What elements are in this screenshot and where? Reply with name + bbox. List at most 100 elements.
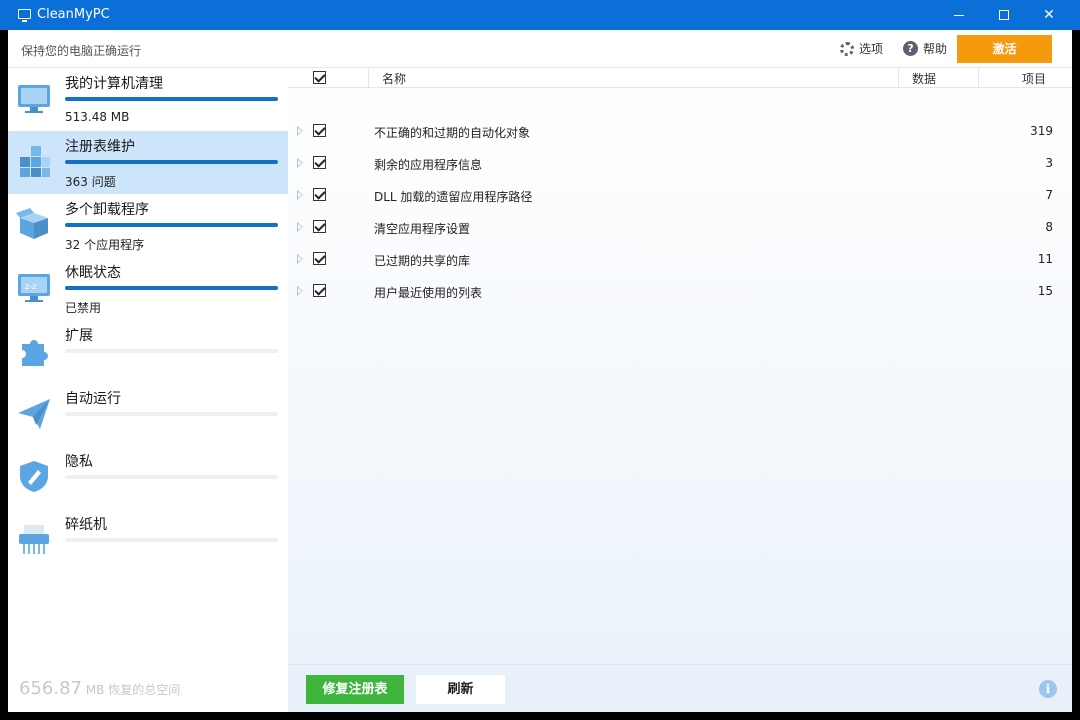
total-recovered-unit: MB: [85, 683, 105, 697]
tagline: 保持您的电脑正确运行: [21, 44, 142, 58]
table-row[interactable]: 清空应用程序设置 8: [288, 212, 1072, 244]
column-header-data[interactable]: 数据: [912, 70, 936, 87]
select-all-checkbox[interactable]: [313, 71, 326, 84]
title-bar[interactable]: CleanMyPC ✕: [0, 0, 1080, 30]
row-checkbox[interactable]: [313, 252, 326, 265]
progress-fill: [65, 223, 278, 227]
row-checkbox[interactable]: [313, 124, 326, 137]
close-button[interactable]: ✕: [1026, 0, 1072, 30]
info-icon[interactable]: i: [1039, 680, 1057, 698]
row-checkbox[interactable]: [313, 188, 326, 201]
total-recovered-value: 656.87: [19, 678, 82, 699]
progress-bar: [65, 412, 278, 416]
table-header: 名称 数据 项目: [288, 68, 1072, 88]
options-link[interactable]: 选项: [840, 41, 883, 59]
sidebar-item-status: 32 个应用程序: [65, 238, 145, 252]
row-count: 15: [1037, 284, 1053, 298]
box-icon: [16, 208, 48, 239]
row-checkbox[interactable]: [313, 220, 326, 233]
window-border-left: [0, 30, 8, 720]
expand-arrow-icon[interactable]: [297, 222, 303, 232]
row-count: 8: [1045, 220, 1053, 234]
column-header-name[interactable]: 名称: [382, 70, 406, 87]
row-name: 剩余的应用程序信息: [374, 158, 483, 172]
sidebar-item-label: 自动运行: [65, 391, 121, 407]
sidebar-item-hibernation[interactable]: z-z 休眠状态 已禁用: [8, 257, 288, 320]
progress-fill: [65, 160, 278, 164]
progress-bar: [65, 538, 278, 542]
expand-arrow-icon[interactable]: [297, 158, 303, 168]
expand-arrow-icon[interactable]: [297, 190, 303, 200]
maximize-button[interactable]: [981, 0, 1027, 30]
maximize-icon: [999, 10, 1009, 20]
activate-button[interactable]: 激活: [957, 35, 1052, 63]
help-label: 帮助: [923, 42, 948, 56]
window-border-right: [1072, 30, 1080, 720]
sidebar-item-label: 扩展: [65, 328, 93, 344]
table-row[interactable]: 剩余的应用程序信息 3: [288, 148, 1072, 180]
progress-bar: [65, 349, 278, 353]
app-monitor-icon: [18, 9, 31, 22]
total-recovered-label: 恢复的总空间: [108, 683, 181, 697]
row-checkbox[interactable]: [313, 156, 326, 169]
expand-arrow-icon[interactable]: [297, 286, 303, 296]
window-border-bottom: [0, 712, 1080, 720]
progress-bar: [65, 97, 278, 101]
fix-registry-button[interactable]: 修复注册表: [306, 675, 404, 704]
table-row[interactable]: 已过期的共享的库 11: [288, 244, 1072, 276]
sidebar-item-status: 已禁用: [65, 301, 102, 315]
app-window: CleanMyPC ✕ 保持您的电脑正确运行 选项 ? 帮助 激活 我的计算机清…: [0, 0, 1080, 720]
sidebar-item-label: 我的计算机清理: [65, 76, 163, 92]
client-area: 保持您的电脑正确运行 选项 ? 帮助 激活 我的计算机清理 513.48 MB: [8, 30, 1072, 712]
shredder-icon: [19, 525, 49, 554]
sidebar-item-label: 休眠状态: [65, 265, 121, 281]
row-checkbox[interactable]: [313, 284, 326, 297]
row-count: 3: [1045, 156, 1053, 170]
sidebar-item-autorun[interactable]: 自动运行: [8, 383, 288, 446]
minimize-button[interactable]: [936, 0, 982, 30]
progress-bar: [65, 160, 278, 164]
table-row[interactable]: 不正确的和过期的自动化对象 319: [288, 116, 1072, 148]
sidebar-item-multi-uninstaller[interactable]: 多个卸载程序 32 个应用程序: [8, 194, 288, 257]
row-count: 11: [1037, 252, 1053, 266]
refresh-button[interactable]: 刷新: [416, 675, 505, 704]
header: 保持您的电脑正确运行 选项 ? 帮助 激活: [8, 30, 1072, 68]
progress-bar: [65, 223, 278, 227]
sidebar-item-registry-maintenance[interactable]: 注册表维护 363 问题: [8, 131, 288, 194]
sidebar-item-extensions[interactable]: 扩展: [8, 320, 288, 383]
shield-broom-icon: [20, 461, 48, 492]
help-link[interactable]: ? 帮助: [903, 41, 947, 59]
help-icon: ?: [903, 41, 918, 56]
table-row[interactable]: 用户最近使用的列表 15: [288, 276, 1072, 308]
progress-bar: [65, 286, 278, 290]
column-divider: [898, 68, 899, 88]
row-count: 319: [1030, 124, 1053, 138]
sidebar-item-status: 363 问题: [65, 175, 116, 189]
sidebar-item-status: 513.48 MB: [65, 110, 130, 124]
sidebar-item-label: 注册表维护: [65, 139, 135, 155]
issues-table: 名称 数据 项目 不正确的和过期的自动化对象 319 剩余的应用程序信息 3 D…: [288, 68, 1072, 664]
row-count: 7: [1045, 188, 1053, 202]
close-icon: ✕: [1043, 7, 1055, 23]
total-recovered-space: 656.87 MB 恢复的总空间: [19, 678, 180, 699]
sidebar: 我的计算机清理 513.48 MB 注册表维护 363 问题 多个卸载程序 32…: [8, 68, 288, 712]
action-bar: 修复注册表 刷新 i: [288, 664, 1072, 712]
expand-arrow-icon[interactable]: [297, 254, 303, 264]
sidebar-item-label: 多个卸载程序: [65, 202, 149, 218]
gear-icon: [840, 41, 854, 56]
sidebar-item-my-computer-cleanup[interactable]: 我的计算机清理 513.48 MB: [8, 68, 288, 131]
column-divider: [368, 68, 369, 88]
sidebar-item-privacy[interactable]: 隐私: [8, 446, 288, 509]
expand-arrow-icon[interactable]: [297, 126, 303, 136]
progress-bar: [65, 475, 278, 479]
column-header-items[interactable]: 项目: [1022, 70, 1046, 87]
row-name: DLL 加载的遗留应用程序路径: [374, 190, 533, 204]
sidebar-item-label: 碎纸机: [65, 517, 107, 533]
row-name: 不正确的和过期的自动化对象: [374, 126, 531, 140]
sidebar-item-label: 隐私: [65, 454, 93, 470]
options-label: 选项: [859, 42, 884, 56]
progress-fill: [65, 97, 278, 101]
sidebar-item-shredder[interactable]: 碎纸机: [8, 509, 288, 572]
progress-fill: [65, 286, 278, 290]
table-row[interactable]: DLL 加载的遗留应用程序路径 7: [288, 180, 1072, 212]
